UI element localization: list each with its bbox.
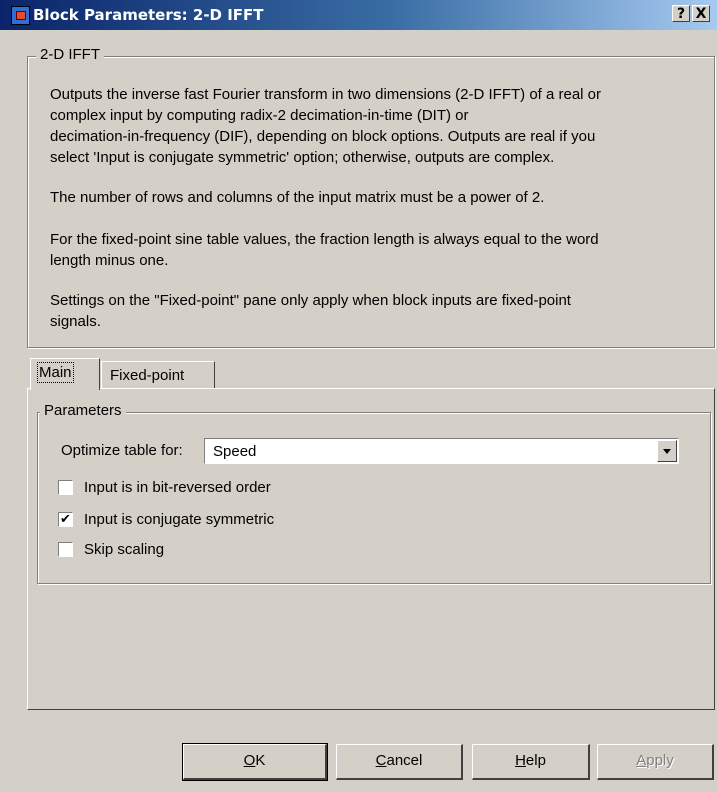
tab-fixed-point[interactable]: Fixed-point	[101, 361, 215, 389]
cancel-label: ancel	[386, 752, 423, 769]
description-line: length minus one.	[50, 252, 169, 269]
optimize-table-label: Optimize table for:	[61, 442, 183, 459]
help-mnemonic: H	[515, 752, 526, 769]
help-label: elp	[525, 752, 546, 769]
cancel-button[interactable]: Cancel	[336, 744, 463, 780]
conjugate-symmetric-checkbox[interactable]: ✔	[58, 512, 73, 527]
apply-mnemonic: A	[636, 752, 647, 769]
description-line: complex input by computing radix-2 decim…	[50, 107, 469, 124]
title-bar[interactable]: Block Parameters: 2-D IFFT ? X	[0, 0, 717, 30]
skip-scaling-checkbox[interactable]	[58, 542, 73, 557]
description-line: Settings on the "Fixed-point" pane only …	[50, 292, 571, 309]
ok-button[interactable]: OK	[182, 743, 328, 781]
optimize-table-value: Speed	[213, 443, 257, 460]
description-line: The number of rows and columns of the in…	[50, 189, 545, 206]
ok-label: K	[255, 752, 266, 769]
description-line: select 'Input is conjugate symmetric' op…	[50, 149, 555, 166]
description-group-title: 2-D IFFT	[36, 46, 104, 63]
optimize-table-select[interactable]: Speed	[204, 438, 679, 464]
tab-main[interactable]: Main	[30, 358, 100, 390]
description-line: For the fixed-point sine table values, t…	[50, 231, 599, 248]
simulink-block-icon	[11, 6, 30, 25]
conjugate-symmetric-label: Input is conjugate symmetric	[84, 511, 275, 528]
window-title: Block Parameters: 2-D IFFT	[33, 6, 264, 24]
chevron-down-icon[interactable]	[657, 440, 677, 462]
tab-fixed-point-label: Fixed-point	[110, 367, 185, 384]
cancel-mnemonic: C	[375, 752, 387, 769]
help-button[interactable]: Help	[472, 744, 590, 780]
apply-button[interactable]: Apply	[597, 744, 714, 780]
tab-main-label: Main	[37, 362, 74, 383]
description-line: decimation-in-frequency (DIF), depending…	[50, 128, 596, 145]
bit-reversed-label: Input is in bit-reversed order	[84, 479, 271, 496]
apply-label: pply	[646, 752, 674, 769]
bit-reversed-checkbox[interactable]	[58, 480, 73, 495]
parameters-group-title: Parameters	[40, 402, 126, 419]
help-title-button[interactable]: ?	[672, 5, 690, 22]
skip-scaling-label: Skip scaling	[84, 541, 165, 558]
description-line: signals.	[50, 313, 101, 330]
ok-mnemonic: O	[243, 752, 256, 769]
description-line: Outputs the inverse fast Fourier transfo…	[50, 86, 602, 103]
close-button[interactable]: X	[692, 5, 710, 22]
